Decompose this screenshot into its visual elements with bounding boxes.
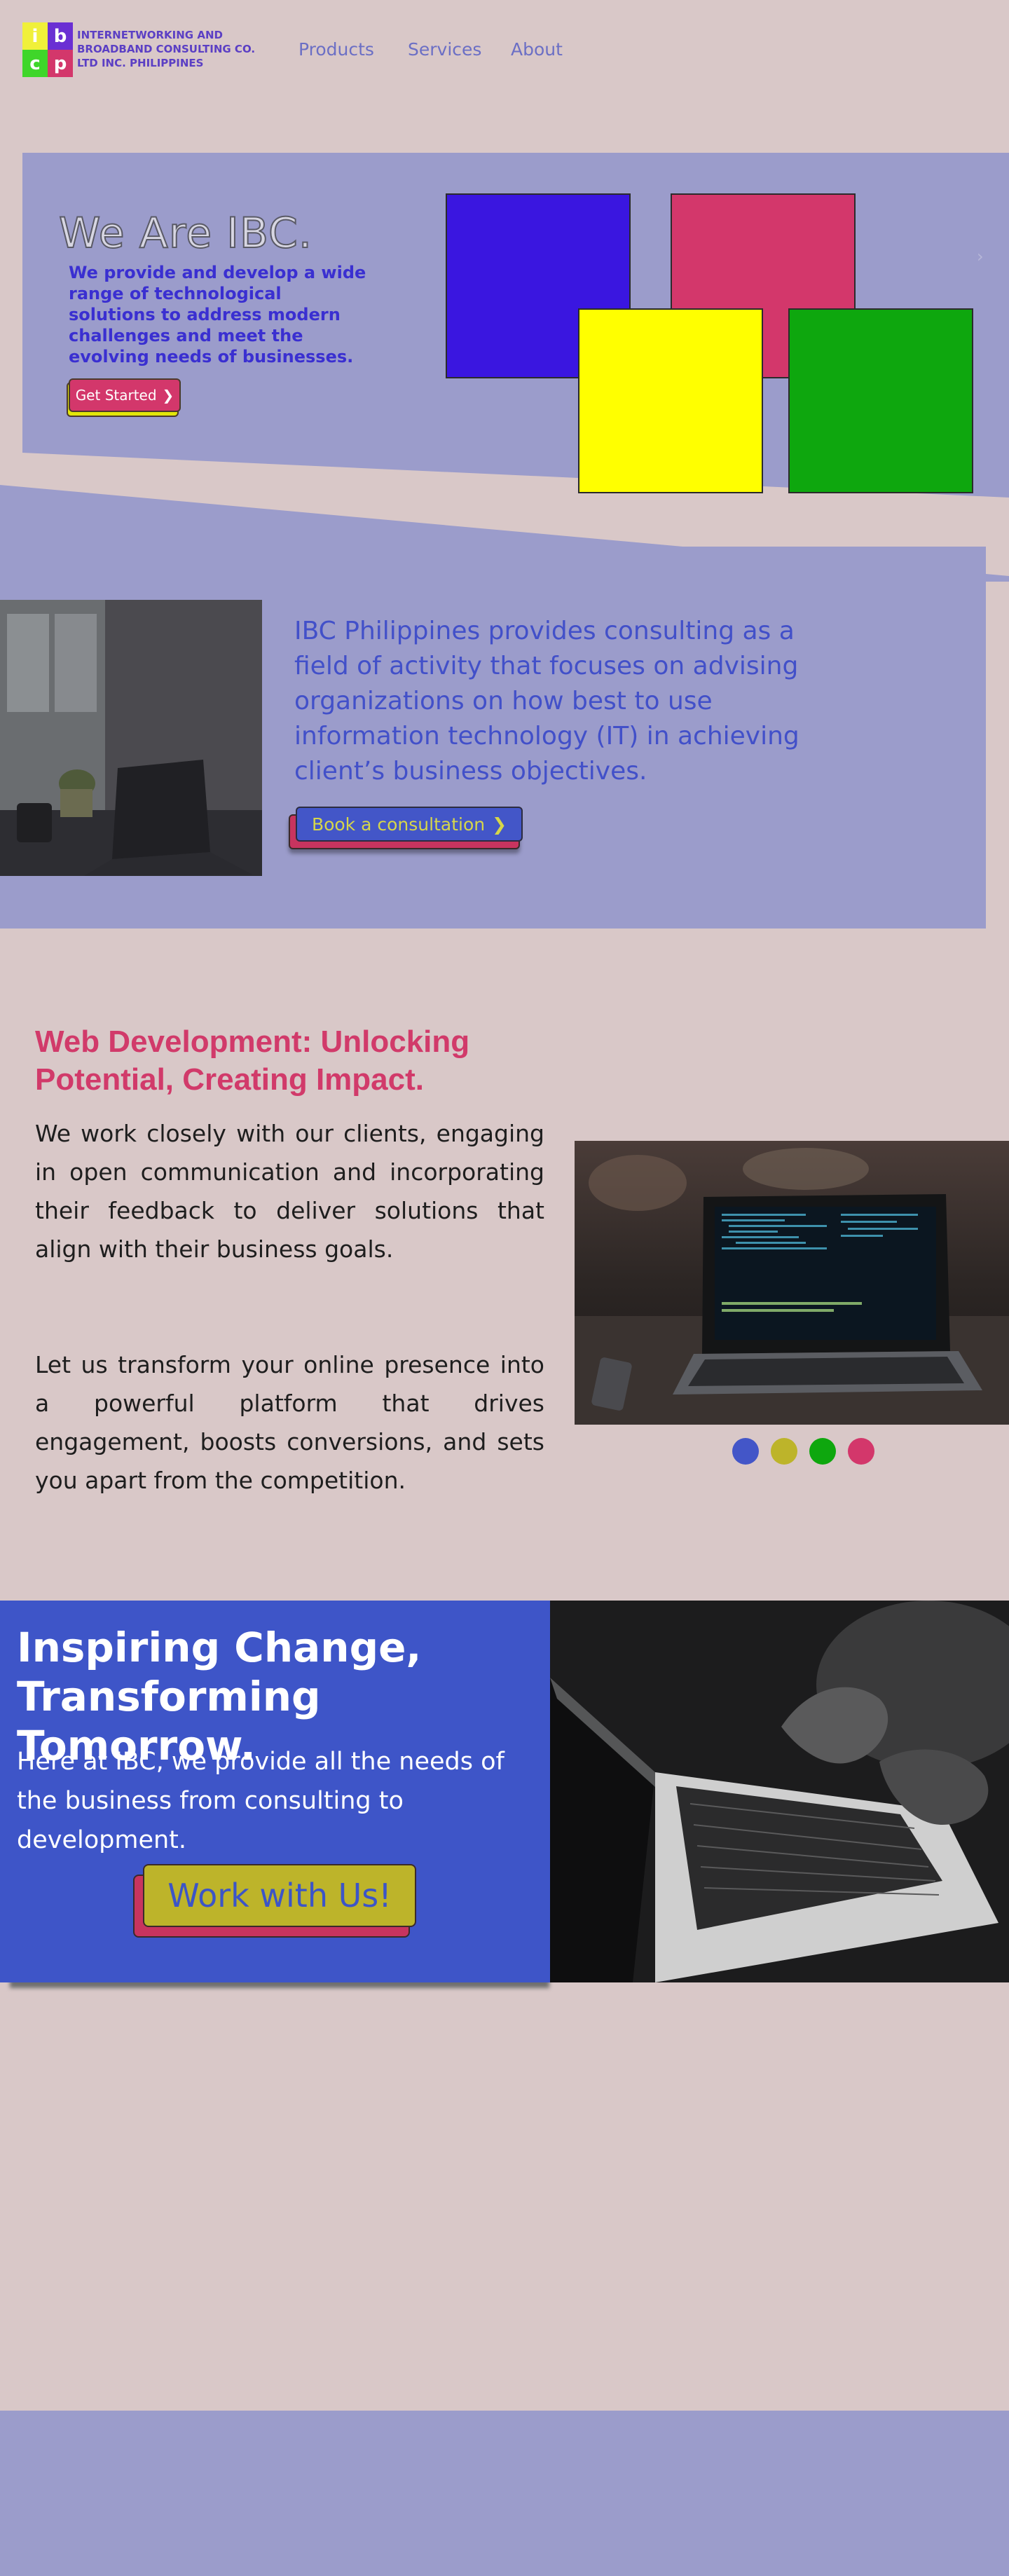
carousel-dot-1[interactable] xyxy=(732,1438,759,1465)
hero-description: We provide and develop a wide range of t… xyxy=(69,263,366,366)
nav-about[interactable]: About xyxy=(511,39,563,60)
book-consultation-button[interactable]: Book a consultation ❯ xyxy=(296,807,523,842)
chevron-right-icon: ❯ xyxy=(162,387,174,404)
company-name: INTERNETWORKING AND BROADBAND CONSULTING… xyxy=(77,28,273,70)
carousel-dot-2[interactable] xyxy=(771,1438,797,1465)
logo-cell-i: i xyxy=(22,22,48,50)
laptop-code-photo xyxy=(575,1141,1009,1425)
carousel-next-icon[interactable]: › xyxy=(977,247,984,266)
logo-cell-c: c xyxy=(22,50,48,77)
carousel-dot-4[interactable] xyxy=(848,1438,874,1465)
logo-cell-b: b xyxy=(48,22,73,50)
logo-cell-p: p xyxy=(48,50,73,77)
hero-square-yellow xyxy=(578,308,763,493)
work-with-us-button[interactable]: Work with Us! xyxy=(143,1864,416,1927)
chevron-right-icon: ❯ xyxy=(492,814,507,835)
web-dev-paragraph-2: Let us transform your online presence in… xyxy=(35,1351,544,1494)
carousel-dot-3[interactable] xyxy=(809,1438,836,1465)
office-laptop-photo xyxy=(0,600,262,876)
company-name-line-2: BROADBAND CONSULTING CO. xyxy=(77,43,256,55)
consulting-text: IBC Philippines provides consulting as a… xyxy=(294,617,799,786)
footer xyxy=(0,2411,1009,2576)
company-name-line-3: LTD INC. PHILIPPINES xyxy=(77,57,204,69)
get-started-label: Get Started xyxy=(75,387,157,404)
typing-laptop-photo xyxy=(550,1601,1009,1982)
nav-products[interactable]: Products xyxy=(298,39,374,60)
get-started-button[interactable]: Get Started ❯ xyxy=(69,378,181,412)
nav-services[interactable]: Services xyxy=(408,39,481,60)
book-consultation-label: Book a consultation xyxy=(311,814,486,835)
cta-description: Here at IBC, we provide all the needs of… xyxy=(17,1748,504,1854)
hero-title: We Are IBC. xyxy=(58,208,313,259)
web-dev-paragraph-1: We work closely with our clients, engagi… xyxy=(35,1120,544,1263)
logo[interactable]: i b c p xyxy=(22,22,73,77)
company-name-line-1: INTERNETWORKING AND xyxy=(77,29,223,41)
hero-square-green xyxy=(788,308,973,493)
web-dev-title: Web Development: Unlocking Potential, Cr… xyxy=(35,1025,470,1097)
